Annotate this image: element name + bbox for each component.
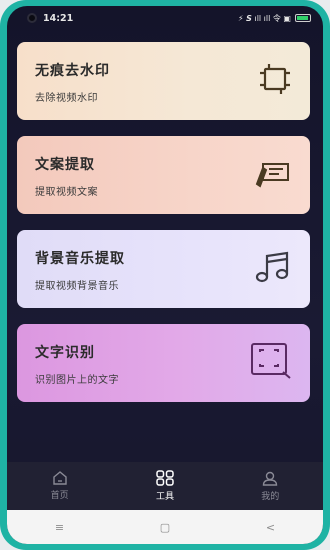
signal-wifi-indicators: ⚡ 𝙎 ıll ıll 令 ▣: [238, 13, 291, 23]
status-left: 14:21: [27, 13, 73, 24]
tab-tools-label: 工具: [155, 492, 174, 502]
back-button[interactable]: <: [266, 521, 275, 534]
home-button[interactable]: ▢: [160, 521, 170, 534]
card-subtitle: 去除视频水印: [35, 93, 98, 104]
scan-text-icon: [250, 342, 292, 384]
status-bar: 14:21 ⚡ 𝙎 ıll ıll 令 ▣: [7, 6, 323, 30]
phone-frame: 14:21 ⚡ 𝙎 ıll ıll 令 ▣ 无痕去水印 去除视频水印 文案提取 …: [0, 0, 330, 550]
tab-profile[interactable]: 我的: [235, 471, 305, 502]
tab-home-label: 首页: [50, 491, 69, 501]
tools-grid-icon: [156, 470, 174, 486]
card-bgm-extraction[interactable]: 背景音乐提取 提取视频背景音乐: [17, 230, 310, 308]
bottom-tab-bar: 首页 工具 我的: [7, 462, 323, 510]
tab-profile-label: 我的: [261, 491, 280, 502]
card-watermark-removal[interactable]: 无痕去水印 去除视频水印: [17, 42, 310, 120]
card-text-recognition[interactable]: 文字识别 识别图片上的文字: [17, 324, 310, 402]
tab-home[interactable]: 首页: [25, 471, 95, 501]
status-indicators: ⚡ 𝙎 ıll ıll 令 ▣: [238, 13, 311, 24]
app-screen: 14:21 ⚡ 𝙎 ıll ıll 令 ▣ 无痕去水印 去除视频水印 文案提取 …: [7, 6, 323, 544]
music-note-icon: [254, 250, 292, 288]
status-time: 14:21: [43, 12, 74, 24]
profile-icon: [263, 471, 278, 486]
crop-frame-icon: [258, 62, 292, 100]
card-copy-extraction[interactable]: 文案提取 提取视频文案: [17, 136, 310, 214]
tab-tools[interactable]: 工具: [130, 470, 200, 502]
home-icon: [52, 471, 67, 485]
front-camera-icon: [27, 13, 37, 23]
card-title: 无痕去水印: [35, 63, 110, 79]
system-nav-bar: ≡ ▢ <: [7, 510, 323, 544]
writing-pen-icon: [254, 158, 292, 192]
battery-icon: [295, 14, 311, 22]
recent-apps-button[interactable]: ≡: [55, 521, 64, 534]
